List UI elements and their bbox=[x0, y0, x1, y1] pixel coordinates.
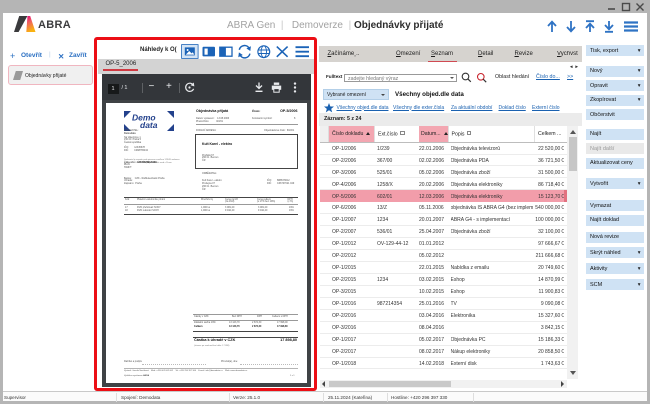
svg-text:data: data bbox=[140, 120, 158, 130]
